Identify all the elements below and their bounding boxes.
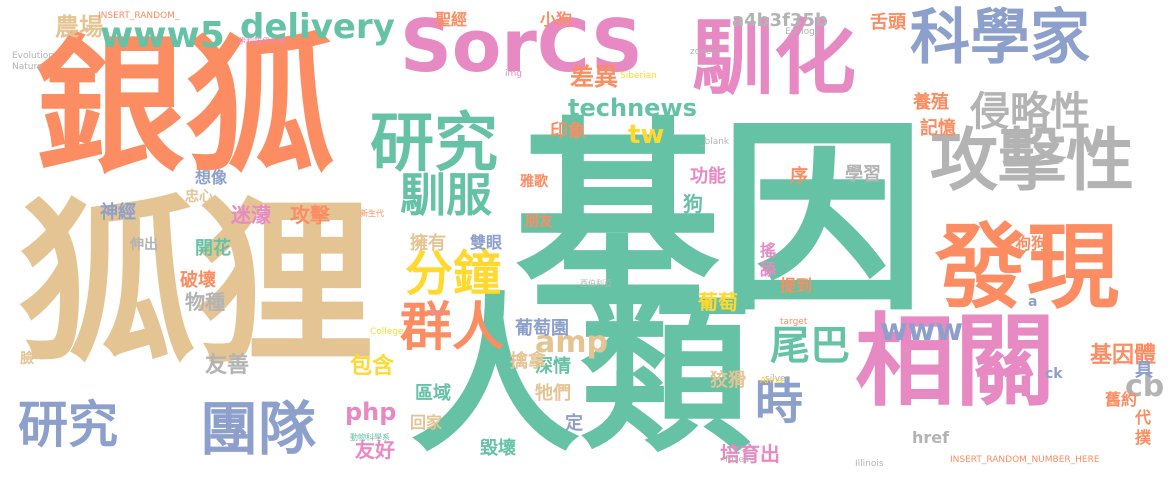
cloud-word: 序 [790,166,808,187]
cloud-word: 團隊 [200,395,317,463]
cloud-word: 破壞 [180,270,216,291]
cloud-word: 提到 [780,276,813,295]
cloud-word: href [912,428,950,447]
cloud-word: Ecology [785,27,821,37]
cloud-word: 友好 [355,438,395,462]
cloud-word: 養殖 [913,92,949,113]
cloud-word: Illinois [855,459,884,469]
cloud-word: 小狗 [540,10,573,29]
cloud-word: Siberian [620,71,657,81]
cloud-word: 包含 [350,354,395,379]
cloud-word: 雅歌 [520,174,548,190]
cloud-word: 迷濛 [231,203,271,227]
cloud-word: 定 [565,413,583,434]
cloud-word: 攻擊性 [930,122,1135,201]
cloud-word: 馴服 [400,168,492,222]
cloud-word: 朋友 [525,214,553,230]
cloud-word: 狗狗 [1015,234,1048,253]
cloud-word: ck [1045,366,1063,382]
cloud-word: 葡萄園 [515,318,569,339]
cloud-word: 科學家 [910,3,1090,73]
cloud-word: College [370,327,404,337]
cloud-word: 狗 [683,192,703,216]
cloud-word: zoneid [690,47,720,57]
cloud-word: 擁有 [410,233,446,254]
cloud-word: 研究 [18,396,118,454]
cloud-word: 臉 [20,351,34,367]
cloud-word: INSERT_RANDOM_ [98,11,180,21]
cloud-word: a [1028,294,1038,310]
cloud-word: img [505,69,522,79]
cloud-word: 具 [1135,360,1153,381]
cloud-word: 擒拿 [510,351,546,372]
cloud-word: 新生代 [360,209,384,218]
cloud-word: 葡萄 [698,290,738,314]
cloud-word: 物種 [185,290,225,314]
cloud-word: 學習 [845,164,881,185]
cloud-word: 農場 [55,13,103,41]
cloud-word: _blank [700,137,730,147]
cloud-word: 印象 [550,121,586,142]
cloud-word: 代 [1135,408,1152,427]
cloud-word: 西伯利亞 [580,279,612,288]
cloud-word: technews [568,94,697,122]
cloud-word: 舌頭 [870,12,906,33]
cloud-word: 研究 [370,107,498,181]
cloud-word: 回家 [410,413,443,432]
cloud-word: 伸出 [130,237,158,253]
cloud-word: 雙眼 [470,233,503,252]
cloud-word: src [430,309,444,319]
cloud-word: target [780,317,808,327]
cloud-word: 動物科學系 [350,433,390,442]
cloud-word: 尾巴 [770,323,850,369]
word-cloud: 基因 人類 狐狸 銀狐 發現 相關 馴化 SorCS 科學家 攻擊性 研究 侵略性 團隊 研究 群人 分鐘時尾… [0,0,1175,482]
cloud-word: tw [628,120,665,150]
cloud-word: 忠心 [185,189,213,205]
cloud-word: Anna [760,376,784,386]
cloud-word: 神經 [100,202,136,223]
cloud-word: 狡猾 [710,370,746,391]
cloud-word: 舔 [760,260,777,279]
cloud-word: www [880,313,964,348]
cloud-word: 伊利諾伊大學 [238,37,286,46]
cloud-word: 想像 [195,168,228,187]
cloud-word: php [345,398,397,426]
cloud-word: 搖 [760,241,777,260]
cloud-word: 開花 [195,238,231,259]
cloud-word: 友善 [205,353,250,378]
cloud-word: 侵略性 [970,89,1090,135]
cloud-word: 牠們 [535,383,571,404]
cloud-word: www5 [100,15,225,56]
cloud-word: foxes [725,455,749,465]
cloud-word: 差異 [570,63,618,91]
cloud-word: 功能 [690,166,726,187]
cloud-word: 攻擊 [290,203,330,227]
cloud-word: 群人 [400,298,505,358]
cloud-word: 撲 [1135,428,1152,447]
cloud-word: 毀壞 [480,438,516,459]
cloud-word: Nature [12,62,43,72]
cloud-word: 區域 [415,383,451,404]
cloud-word: INSERT_RANDOM_NUMBER_HERE [950,455,1100,465]
cloud-word: 分鐘 [405,246,502,302]
cloud-word: 聖經 [435,10,468,29]
cloud-word: Evolution [12,51,54,61]
cloud-word: 記憶 [920,118,956,139]
cloud-word: 舊約 [1105,390,1138,409]
